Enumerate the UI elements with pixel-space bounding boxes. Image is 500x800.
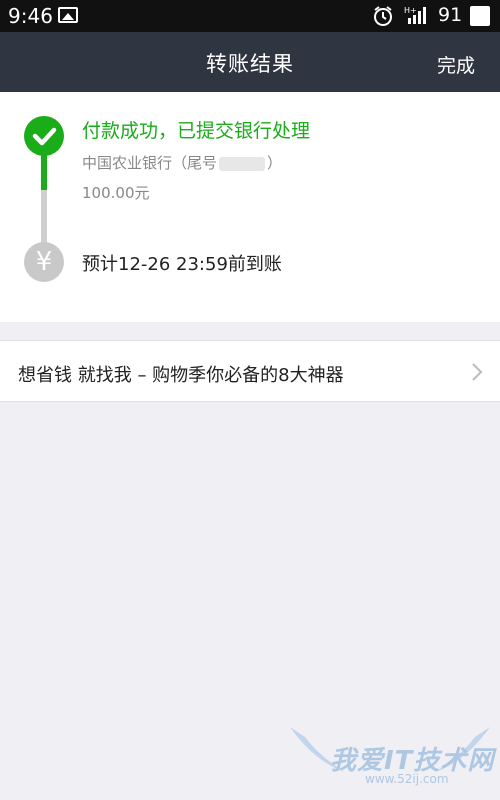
bank-suffix: ） (267, 154, 283, 172)
image-icon (58, 7, 78, 23)
status-time: 9:46 (8, 4, 53, 28)
watermark: 我爱IT技术网 www.52ij.com (285, 722, 495, 800)
bank-name: 中国农业银行（尾号 (82, 154, 218, 172)
check-icon (24, 116, 64, 156)
done-button[interactable]: 完成 (437, 51, 475, 78)
promo-label: 想省钱 就找我 – 购物季你必备的8大神器 (18, 365, 344, 386)
svg-text:H+: H+ (404, 6, 417, 15)
promo-banner[interactable]: 想省钱 就找我 – 购物季你必备的8大神器 (0, 340, 500, 402)
timeline-pending-line (41, 190, 47, 244)
watermark-url: www.52ij.com (365, 772, 449, 786)
page-title: 转账结果 (206, 52, 294, 76)
yuan-icon: ¥ (24, 242, 64, 282)
bank-info: 中国农业银行（尾号 ） (82, 152, 282, 173)
timeline-progress-line (41, 154, 47, 190)
arrival-estimate: 预计12-26 23:59前到账 (82, 254, 282, 275)
signal-icon: H+ (404, 6, 426, 24)
chevron-right-icon (472, 363, 483, 381)
transfer-amount: 100.00元 (82, 184, 150, 202)
masked-account-number (219, 156, 266, 171)
status-bar: 9:46 H+ 91 (0, 0, 500, 32)
payment-status: 付款成功，已提交银行处理 (82, 120, 311, 142)
battery-icon (470, 6, 490, 26)
alarm-icon (374, 6, 392, 26)
nav-bar: 转账结果 完成 (0, 32, 500, 92)
battery-level: 91 (438, 4, 463, 26)
transfer-result-card: ¥ 付款成功，已提交银行处理 中国农业银行（尾号 ） 100.00元 预计12-2… (0, 92, 500, 322)
